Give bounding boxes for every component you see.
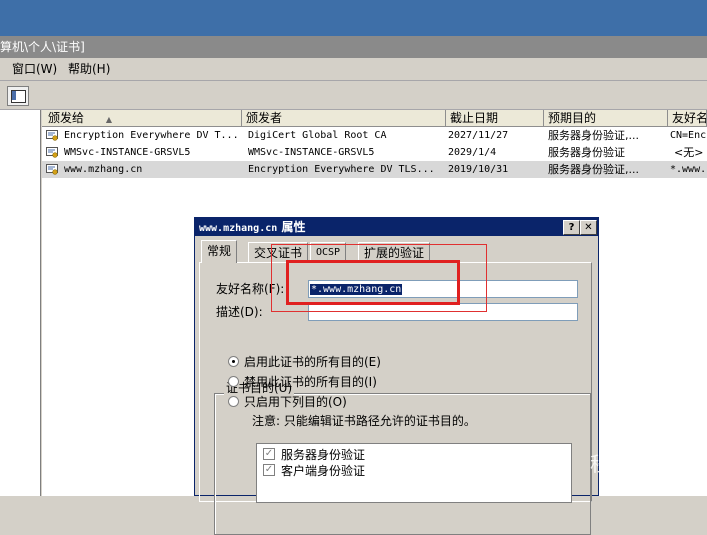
column-header-friendly-name[interactable]: 友好名 [668,110,707,127]
radio-enable-all-label: 启用此证书的所有目的(E) [244,355,381,369]
menu-bar: 窗口(W) 帮助(H) [0,58,707,81]
console-tree-pane[interactable] [0,110,41,496]
console-tree-pane-icon [12,91,16,100]
console-path-bar: 算机\个人\证书] [0,36,707,58]
column-header-issued-to[interactable]: 颁发给 ▲ [42,110,242,127]
watermark-text: 程序员人生 [590,452,690,476]
console-path-text: 算机\个人\证书] [0,40,85,54]
certificate-icon [46,164,58,175]
radio-enable-only-following[interactable] [228,396,239,407]
table-row[interactable]: WMSvc-INSTANCE-GRSVL5 WMSvc-INSTANCE-GRS… [42,144,707,161]
purposes-checklist[interactable]: ✓ 服务器身份验证 ✓ 客户端身份验证 [256,443,572,503]
description-label: 描述(D): [216,305,263,319]
purpose-server-auth-label: 服务器身份验证 [281,448,366,462]
table-row[interactable]: Encryption Everywhere DV T... DigiCert G… [42,127,707,144]
window-title-bar [0,0,707,36]
checkbox-client-auth[interactable]: ✓ [263,464,275,476]
menu-window[interactable]: 窗口(W) [12,58,57,80]
checkbox-server-auth[interactable]: ✓ [263,448,275,460]
tab-general[interactable]: 常规 [201,240,238,263]
dialog-title-cert-name: www.mzhang.cn [199,223,278,234]
certificate-icon [46,130,58,141]
column-header-intended-purposes[interactable]: 预期目的 [544,110,668,127]
radio-enable-all-purposes[interactable] [228,356,239,367]
dialog-title-bar[interactable]: www.mzhang.cn 属性 [195,218,598,236]
radio-enable-only-label: 只启用下列目的(O) [244,395,347,409]
radio-disable-all-label: 禁用此证书的所有目的(I) [244,375,377,389]
table-row-selected[interactable]: www.mzhang.cn Encryption Everywhere DV T… [42,161,707,178]
sort-ascending-icon: ▲ [105,115,112,124]
close-button[interactable]: ✕ [580,220,597,235]
certificate-icon [46,147,58,158]
dialog-title-suffix: 属性 [277,220,306,234]
purposes-note: 注意: 只能编辑证书路径允许的证书目的。 [252,414,476,428]
toolbar [0,81,707,110]
show-hide-console-tree-button[interactable] [7,86,29,106]
column-header-expiration[interactable]: 截止日期 [446,110,544,127]
help-button[interactable]: ? [563,220,580,235]
purpose-client-auth-label: 客户端身份验证 [281,464,366,478]
annotation-highlight-box-thick [286,260,460,305]
column-header-issuer[interactable]: 颁发者 [242,110,446,127]
watermark-url: www.wfuyu.com [600,476,690,489]
radio-disable-all-purposes[interactable] [228,376,239,387]
menu-help[interactable]: 帮助(H) [68,58,110,80]
